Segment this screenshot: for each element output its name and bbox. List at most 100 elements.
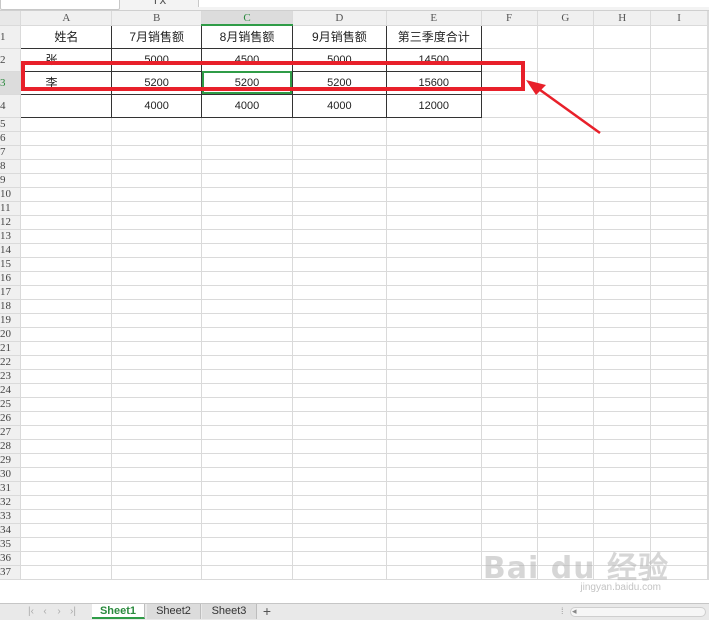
empty-cell[interactable] — [650, 537, 708, 552]
empty-cell[interactable] — [481, 341, 538, 356]
empty-cell[interactable] — [650, 229, 708, 244]
cell-x1[interactable] — [707, 25, 709, 49]
empty-cell[interactable] — [481, 117, 538, 132]
row-header-14[interactable]: 14 — [0, 243, 22, 258]
empty-cell[interactable] — [650, 201, 708, 216]
empty-cell[interactable] — [481, 229, 538, 244]
empty-cell[interactable] — [707, 131, 709, 146]
column-header-c[interactable]: C — [201, 11, 293, 26]
empty-cell[interactable] — [386, 271, 482, 286]
empty-cell[interactable] — [111, 229, 203, 244]
row-header-31[interactable]: 31 — [0, 481, 22, 496]
empty-cell[interactable] — [650, 355, 708, 370]
empty-cell[interactable] — [201, 173, 293, 188]
row-header-2[interactable]: 2 — [0, 48, 22, 72]
empty-cell[interactable] — [537, 187, 595, 202]
select-all-corner[interactable] — [0, 11, 22, 26]
empty-cell[interactable] — [20, 565, 113, 580]
empty-cell[interactable] — [537, 537, 595, 552]
empty-cell[interactable] — [292, 229, 387, 244]
empty-cell[interactable] — [481, 215, 538, 230]
empty-cell[interactable] — [593, 439, 652, 454]
empty-cell[interactable] — [20, 173, 113, 188]
cell-b4[interactable]: 4000 — [111, 93, 203, 118]
row-header-34[interactable]: 34 — [0, 523, 22, 538]
empty-cell[interactable] — [20, 257, 113, 272]
empty-cell[interactable] — [201, 257, 293, 272]
empty-cell[interactable] — [292, 341, 387, 356]
empty-cell[interactable] — [292, 187, 387, 202]
row-header-26[interactable]: 26 — [0, 411, 22, 426]
first-sheet-icon[interactable]: |‹ — [24, 605, 38, 618]
cell-i4[interactable] — [650, 94, 708, 118]
empty-cell[interactable] — [111, 159, 203, 174]
cell-h3[interactable] — [593, 71, 652, 95]
empty-cell[interactable] — [201, 481, 293, 496]
empty-cell[interactable] — [201, 201, 293, 216]
empty-cell[interactable] — [481, 565, 538, 580]
row-header-11[interactable]: 11 — [0, 201, 22, 216]
empty-cell[interactable] — [593, 285, 652, 300]
empty-cell[interactable] — [593, 355, 652, 370]
empty-cell[interactable] — [537, 327, 595, 342]
empty-cell[interactable] — [707, 173, 709, 188]
empty-cell[interactable] — [537, 355, 595, 370]
empty-cell[interactable] — [292, 257, 387, 272]
empty-cell[interactable] — [593, 383, 652, 398]
cell-x4[interactable] — [707, 94, 709, 118]
empty-cell[interactable] — [292, 355, 387, 370]
empty-cell[interactable] — [111, 215, 203, 230]
empty-cell[interactable] — [481, 397, 538, 412]
cell-f4[interactable] — [481, 94, 538, 118]
empty-cell[interactable] — [20, 299, 113, 314]
empty-cell[interactable] — [386, 481, 482, 496]
empty-cell[interactable] — [386, 243, 482, 258]
empty-cell[interactable] — [481, 327, 538, 342]
empty-cell[interactable] — [111, 257, 203, 272]
cell-i3[interactable] — [650, 71, 708, 95]
empty-cell[interactable] — [201, 369, 293, 384]
empty-cell[interactable] — [386, 299, 482, 314]
empty-cell[interactable] — [593, 551, 652, 566]
empty-cell[interactable] — [20, 481, 113, 496]
empty-cell[interactable] — [481, 509, 538, 524]
empty-cell[interactable] — [481, 201, 538, 216]
empty-cell[interactable] — [292, 523, 387, 538]
empty-cell[interactable] — [201, 565, 293, 580]
empty-cell[interactable] — [292, 271, 387, 286]
empty-cell[interactable] — [707, 369, 709, 384]
empty-cell[interactable] — [593, 131, 652, 146]
empty-cell[interactable] — [292, 509, 387, 524]
row-header-17[interactable]: 17 — [0, 285, 22, 300]
empty-cell[interactable] — [537, 229, 595, 244]
empty-cell[interactable] — [20, 355, 113, 370]
empty-cell[interactable] — [292, 551, 387, 566]
empty-cell[interactable] — [111, 565, 203, 580]
empty-cell[interactable] — [537, 411, 595, 426]
empty-cell[interactable] — [593, 187, 652, 202]
empty-cell[interactable] — [111, 285, 203, 300]
empty-cell[interactable] — [593, 425, 652, 440]
cell-e4[interactable]: 12000 — [385, 93, 482, 118]
row-header-4[interactable]: 4 — [0, 94, 22, 118]
empty-cell[interactable] — [537, 341, 595, 356]
empty-cell[interactable] — [111, 411, 203, 426]
cell-g1[interactable] — [537, 25, 595, 49]
fx-icon[interactable]: fx — [152, 0, 166, 7]
empty-cell[interactable] — [386, 453, 482, 468]
empty-cell[interactable] — [292, 467, 387, 482]
empty-cell[interactable] — [593, 229, 652, 244]
empty-cell[interactable] — [537, 495, 595, 510]
formula-input[interactable] — [198, 0, 709, 7]
empty-cell[interactable] — [707, 523, 709, 538]
empty-cell[interactable] — [707, 313, 709, 328]
row-header-15[interactable]: 15 — [0, 257, 22, 272]
prev-sheet-icon[interactable]: ‹ — [38, 605, 52, 618]
empty-cell[interactable] — [292, 495, 387, 510]
empty-cell[interactable] — [20, 215, 113, 230]
empty-cell[interactable] — [707, 411, 709, 426]
empty-cell[interactable] — [20, 537, 113, 552]
name-box[interactable] — [0, 0, 120, 10]
empty-cell[interactable] — [481, 355, 538, 370]
empty-cell[interactable] — [707, 355, 709, 370]
